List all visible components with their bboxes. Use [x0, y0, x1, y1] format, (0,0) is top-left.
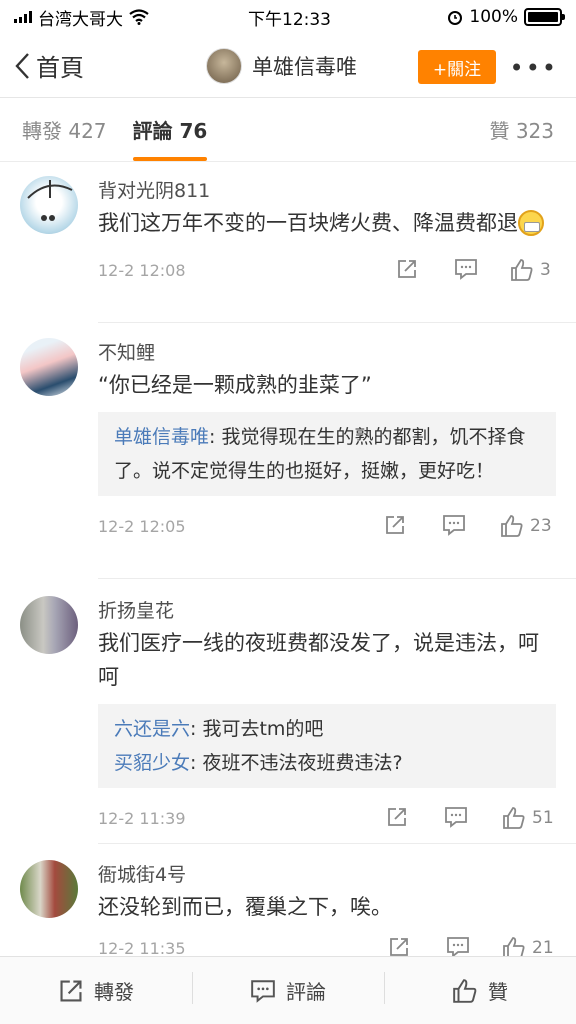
tab-repost[interactable]: 轉發 427 [22, 115, 107, 144]
wifi-icon [129, 9, 149, 25]
reply-box[interactable]: 单雄信毒唯: 我觉得现在生的熟的都割，饥不择食了。说不定觉得生的也挺好，挺嫩，更… [98, 412, 556, 496]
comment-icon[interactable] [446, 936, 470, 958]
avatar[interactable] [20, 596, 78, 654]
like-button[interactable]: 贊 [384, 972, 576, 1005]
avatar[interactable] [20, 338, 78, 396]
comment-icon[interactable] [444, 806, 468, 828]
avatar[interactable] [20, 176, 78, 234]
repost-icon[interactable] [388, 936, 410, 958]
comment-time: 12-2 12:08 [98, 261, 186, 280]
carrier: 台湾大哥大 [38, 9, 123, 30]
tab-likes[interactable]: 贊 323 [489, 115, 554, 144]
like-count: 23 [530, 516, 552, 536]
tab-bar: 轉發 427 評論 76 贊 323 [0, 98, 576, 162]
divider [98, 843, 576, 844]
like-count: 3 [540, 260, 551, 280]
avatar[interactable] [206, 47, 242, 84]
comment-item: 背对光阴811 我们这万年不变的一百块烤火费、降温费都退 12-2 12:08 … [0, 176, 576, 286]
comment-time: 12-2 12:05 [98, 517, 186, 536]
like-count: 51 [532, 808, 554, 828]
like-label: 贊 [488, 980, 508, 1004]
comment-text: 还没轮到而已，覆巢之下，唉。 [98, 895, 392, 919]
like-button[interactable]: 3 [510, 258, 551, 282]
reply-author[interactable]: 单雄信毒唯 [114, 426, 209, 448]
clock: 下午12:33 [248, 9, 331, 30]
like-button[interactable]: 51 [502, 806, 554, 830]
repost-icon[interactable] [396, 258, 418, 280]
page-title: 单雄信毒唯 [252, 54, 357, 79]
reply-box[interactable]: 六还是六: 我可去tm的吧 买貂少女: 夜班不违法夜班费违法? [98, 704, 556, 788]
repost-icon[interactable] [386, 806, 408, 828]
reply-item: 单雄信毒唯: 我觉得现在生的熟的都割，饥不择食了。说不定觉得生的也挺好，挺嫩，更… [114, 420, 540, 488]
back-button[interactable]: 首頁 [14, 48, 84, 83]
comment-icon[interactable] [454, 258, 478, 280]
comment-icon[interactable] [442, 514, 466, 536]
comment-item: 折扬皇花 我们医疗一线的夜班费都没发了，说是违法，呵呵 六还是六: 我可去tm的… [0, 596, 576, 834]
comment-text: 我们这万年不变的一百块烤火费、降温费都退 [98, 206, 556, 240]
comment-text: “你已经是一颗成熟的韭菜了” [98, 373, 372, 397]
comment-icon [251, 979, 275, 1003]
avatar[interactable] [20, 860, 78, 918]
divider [98, 578, 576, 579]
comment-footer: 12-2 12:05 23 [98, 512, 556, 542]
repost-icon[interactable] [384, 514, 406, 536]
chevron-left-icon [15, 52, 29, 79]
reply-item: 买貂少女: 夜班不违法夜班费违法? [114, 746, 540, 780]
tab-comments[interactable]: 評論 76 [132, 115, 207, 161]
comment-author[interactable]: 折扬皇花 [98, 596, 556, 622]
like-count: 21 [532, 938, 554, 958]
comment-author[interactable]: 不知鲤 [98, 338, 556, 364]
comment-author[interactable]: 衙城街4号 [98, 860, 556, 886]
more-icon[interactable]: ••• [510, 56, 558, 80]
comment-text: 我们医疗一线的夜班费都没发了，说是违法，呵呵 [98, 631, 539, 689]
thumbs-up-icon [503, 807, 525, 829]
bottom-action-bar: 轉發 評論 贊 [0, 956, 576, 1024]
follow-button[interactable]: +關注 [418, 50, 496, 84]
comment-item: 不知鲤 “你已经是一颗成熟的韭菜了” 单雄信毒唯: 我觉得现在生的熟的都割，饥不… [0, 338, 576, 542]
reply-text: : 我可去tm的吧 [190, 718, 324, 740]
comment-time: 12-2 11:39 [98, 809, 186, 828]
grin-emoji-icon [518, 210, 544, 236]
nav-bar: 首頁 单雄信毒唯 +關注 ••• [0, 34, 576, 98]
status-bar: 台湾大哥大 下午12:33 100% [0, 0, 576, 34]
comment-item: 衙城街4号 还没轮到而已，覆巢之下，唉。 12-2 11:35 21 [0, 860, 576, 964]
battery-percent: 100% [469, 7, 518, 27]
comment-footer: 12-2 12:08 3 [98, 256, 556, 286]
comment-button[interactable]: 評論 [192, 972, 384, 1005]
reply-text: : 夜班不违法夜班费违法? [190, 752, 403, 774]
signal-icon [14, 11, 32, 23]
reply-author[interactable]: 六还是六 [114, 718, 190, 740]
comment-author[interactable]: 背对光阴811 [98, 176, 556, 202]
repost-button[interactable]: 轉發 [0, 976, 192, 1005]
repost-icon [60, 979, 82, 1002]
comment-label: 評論 [286, 980, 326, 1004]
repost-label: 轉發 [94, 980, 134, 1004]
nav-user[interactable]: 单雄信毒唯 [206, 47, 357, 84]
divider [98, 322, 576, 323]
thumbs-up-icon [511, 259, 533, 281]
back-label: 首頁 [36, 54, 84, 82]
reply-item: 六还是六: 我可去tm的吧 [114, 712, 540, 746]
comment-footer: 12-2 11:39 51 [98, 804, 556, 834]
battery-icon [524, 8, 565, 26]
alarm-icon [448, 11, 463, 25]
thumbs-up-icon [501, 515, 523, 537]
reply-author[interactable]: 买貂少女 [114, 752, 190, 774]
thumbs-up-icon [453, 978, 477, 1003]
like-button[interactable]: 23 [500, 514, 552, 538]
